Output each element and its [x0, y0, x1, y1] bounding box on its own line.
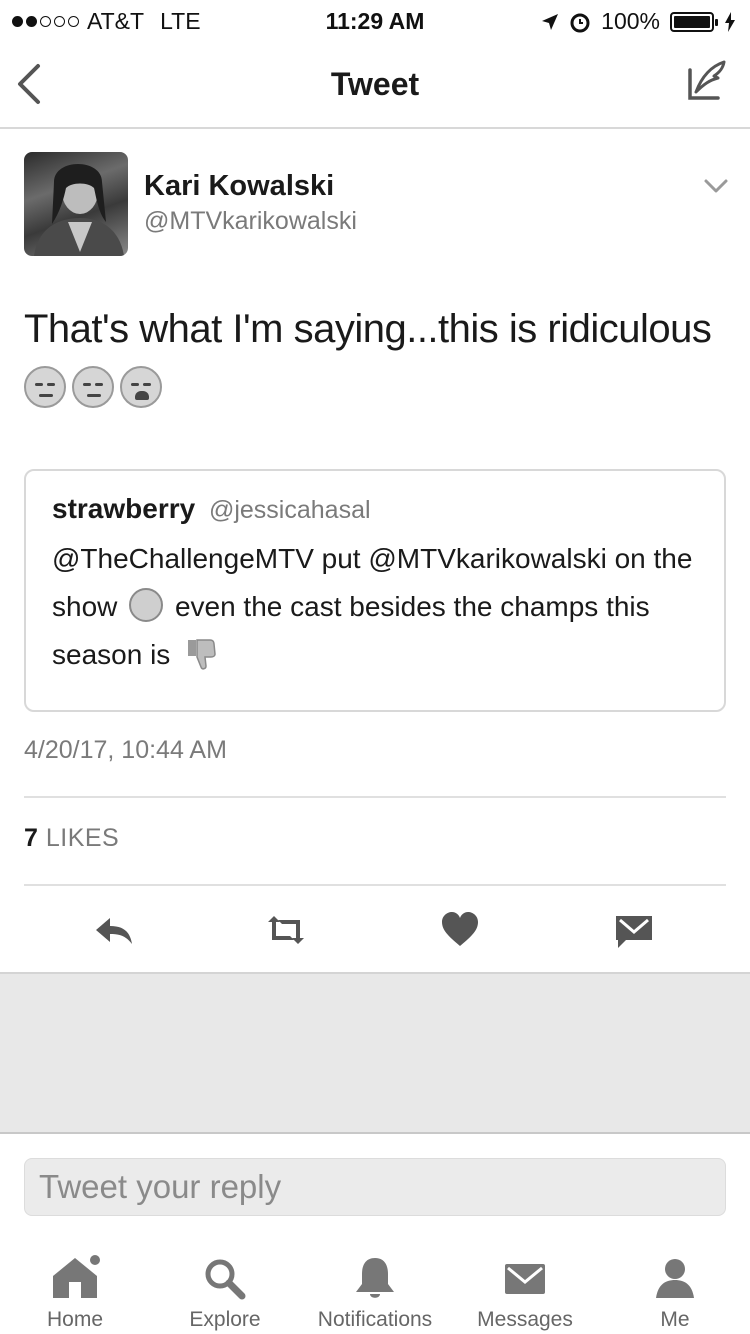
chevron-down-icon[interactable] — [702, 172, 730, 200]
charging-bolt-icon — [725, 11, 735, 32]
weary-face-icon — [120, 366, 162, 408]
person-icon — [656, 1259, 694, 1298]
retweet-icon[interactable] — [264, 908, 308, 952]
bell-icon — [356, 1258, 394, 1298]
reply-icon[interactable] — [92, 908, 136, 952]
battery-icon — [670, 11, 718, 32]
tab-notifications[interactable]: Notifications — [300, 1246, 450, 1334]
tab-me-label: Me — [660, 1308, 690, 1331]
tab-bar: Home Explore Notifications Messages Me — [0, 1238, 750, 1334]
tab-explore[interactable]: Explore — [150, 1246, 300, 1334]
divider — [24, 796, 726, 798]
tab-home[interactable]: Home — [0, 1246, 150, 1334]
unamused-face-icon — [72, 366, 114, 408]
divider — [24, 884, 726, 886]
unamused-face-icon — [24, 366, 66, 408]
direct-message-icon[interactable] — [612, 908, 656, 952]
thumbs-down-icon — [188, 639, 216, 670]
tweet-emojis — [24, 366, 162, 408]
crying-face-icon — [129, 588, 164, 622]
reply-bar — [0, 1134, 750, 1238]
avatar-photo — [34, 164, 124, 256]
battery-percent: 100% — [601, 8, 660, 34]
page-title: Tweet — [330, 66, 420, 102]
home-icon — [53, 1255, 100, 1298]
tab-me[interactable]: Me — [600, 1246, 750, 1334]
tab-explore-label: Explore — [189, 1308, 261, 1331]
tab-notifications-label: Notifications — [317, 1308, 433, 1331]
compose-tweet-icon[interactable] — [684, 58, 730, 104]
quoted-author-handle: @jessicahasal — [208, 496, 371, 524]
likes-number: 7 — [24, 824, 39, 852]
tab-messages[interactable]: Messages — [450, 1246, 600, 1334]
replies-area — [0, 972, 750, 1134]
avatar[interactable] — [24, 152, 128, 256]
author-name[interactable]: Kari Kowalski — [144, 170, 334, 203]
status-bar: AT&T LTE 11:29 AM 100% — [0, 0, 750, 40]
quoted-tweet-text: @TheChallengeMTV put @MTVkarikowalski on… — [52, 535, 702, 679]
envelope-icon — [505, 1264, 545, 1294]
reply-input[interactable] — [24, 1158, 726, 1216]
navigation-bar: Tweet — [0, 40, 750, 129]
tab-home-label: Home — [46, 1308, 104, 1331]
search-icon — [205, 1259, 246, 1300]
author-handle[interactable]: @MTVkarikowalski — [144, 207, 357, 236]
tweet-action-bar — [0, 900, 750, 960]
tweet-text: That's what I'm saying...this is ridicul… — [24, 307, 712, 351]
likes-count[interactable]: 7 LIKES — [24, 824, 119, 853]
quoted-author-name: strawberry — [52, 493, 196, 524]
likes-label: LIKES — [45, 824, 120, 852]
tab-messages-label: Messages — [477, 1308, 573, 1331]
quoted-tweet[interactable]: strawberry @jessicahasal @TheChallengeMT… — [24, 469, 726, 712]
quoted-tweet-header: strawberry @jessicahasal — [52, 493, 371, 525]
alarm-clock-icon — [570, 13, 590, 32]
location-arrow-icon — [542, 13, 559, 30]
status-right: 100% — [541, 8, 736, 35]
like-icon[interactable] — [438, 908, 482, 952]
tweet-timestamp: 4/20/17, 10:44 AM — [24, 736, 227, 764]
